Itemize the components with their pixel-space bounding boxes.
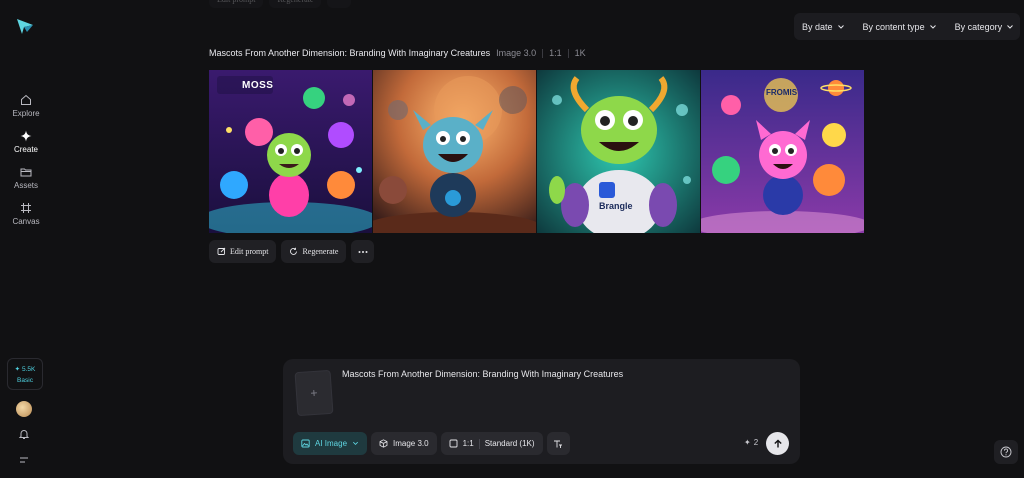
generation-prompt: Mascots From Another Dimension: Branding… [209, 48, 491, 58]
generated-image-4[interactable]: FROMIS [701, 70, 864, 233]
chevron-down-icon [929, 24, 936, 29]
edit-prompt-button[interactable]: Edit prompt [209, 0, 264, 8]
avatar[interactable] [16, 401, 32, 417]
help-button[interactable] [994, 440, 1018, 464]
generation-ratio: 1:1 [549, 48, 562, 58]
chevron-down-icon [1007, 24, 1013, 29]
credits-badge[interactable]: ✦ 5.5K Basic [7, 358, 43, 390]
send-button[interactable] [766, 432, 789, 455]
edit-icon [217, 247, 226, 255]
text-style-button[interactable] [546, 432, 570, 455]
image-count[interactable]: ✦ 2 [744, 438, 758, 447]
filter-by-content-type[interactable]: By content type [861, 22, 939, 32]
square-icon [449, 439, 458, 448]
regenerate-button[interactable]: Regenerate [281, 240, 347, 263]
menu-icon[interactable] [18, 454, 30, 466]
image-icon [301, 439, 310, 448]
refresh-icon [290, 247, 298, 255]
chevron-down-icon [353, 441, 359, 445]
edit-prompt-button[interactable]: Edit prompt [209, 240, 277, 263]
image-caption: Brangle [599, 201, 633, 211]
home-icon [21, 94, 31, 105]
sparkle-icon [20, 130, 32, 142]
folder-icon [20, 168, 32, 177]
sidebar-item-assets[interactable]: Assets [0, 166, 52, 190]
prompt-composer: + Mascots From Another Dimension: Brandi… [283, 359, 800, 464]
cube-icon [379, 439, 388, 448]
grid-icon [21, 203, 31, 213]
sidebar-item-create[interactable]: Create [0, 130, 52, 154]
plus-icon: + [310, 385, 318, 401]
sidebar-item-label: Create [13, 145, 38, 154]
mode-select[interactable]: AI Image [293, 432, 368, 455]
logo-icon[interactable] [15, 16, 35, 36]
filter-by-category[interactable]: By category [953, 22, 1017, 32]
image-grid: MOSS Brangle FROMIS [209, 70, 864, 233]
bell-icon[interactable] [18, 428, 30, 440]
regenerate-button[interactable]: Regenerate [269, 0, 322, 8]
generation-model: Image 3.0 [496, 48, 537, 58]
sidebar: Explore Create Assets Canvas ✦ 5.5K Basi… [0, 0, 52, 478]
divider [567, 48, 569, 58]
divider [542, 48, 544, 58]
add-reference-image-button[interactable]: + [294, 369, 334, 417]
chevron-down-icon [837, 24, 844, 29]
filter-bar: By date By content type By category [794, 13, 1020, 40]
ellipsis-icon [358, 250, 368, 253]
more-button[interactable]: ··· [327, 0, 352, 8]
generated-image-3[interactable]: Brangle [537, 70, 700, 233]
sparkle-icon: ✦ [744, 438, 751, 447]
generation-resolution: 1K [574, 48, 586, 58]
generation-header: Mascots From Another Dimension: Branding… [209, 48, 586, 58]
generated-image-1[interactable]: MOSS [209, 70, 372, 233]
image-caption: MOSS [242, 80, 274, 91]
question-icon [1000, 446, 1012, 458]
size-select[interactable]: 1:1 Standard (1K) [440, 432, 543, 455]
previous-generation-actions: Edit prompt Regenerate ··· [209, 0, 352, 8]
plan-label: Basic [17, 377, 33, 384]
text-icon [554, 440, 563, 448]
sidebar-item-label: Explore [12, 109, 40, 118]
model-select[interactable]: Image 3.0 [371, 432, 437, 455]
sidebar-item-explore[interactable]: Explore [0, 94, 52, 118]
credits-amount: ✦ 5.5K [14, 366, 36, 373]
composer-options: AI Image Image 3.0 1:1 Standard (1K) [293, 432, 570, 455]
prompt-input[interactable]: Mascots From Another Dimension: Branding… [342, 369, 623, 379]
generation-actions: Edit prompt Regenerate [209, 240, 375, 263]
more-options-button[interactable] [351, 240, 375, 263]
sidebar-item-canvas[interactable]: Canvas [0, 202, 52, 226]
sidebar-item-label: Assets [13, 181, 38, 190]
image-caption: FROMIS [766, 88, 798, 97]
generated-image-2[interactable] [373, 70, 536, 233]
arrow-up-icon [773, 439, 782, 447]
divider [478, 438, 480, 449]
filter-by-date[interactable]: By date [800, 22, 847, 32]
sidebar-item-label: Canvas [12, 217, 40, 226]
